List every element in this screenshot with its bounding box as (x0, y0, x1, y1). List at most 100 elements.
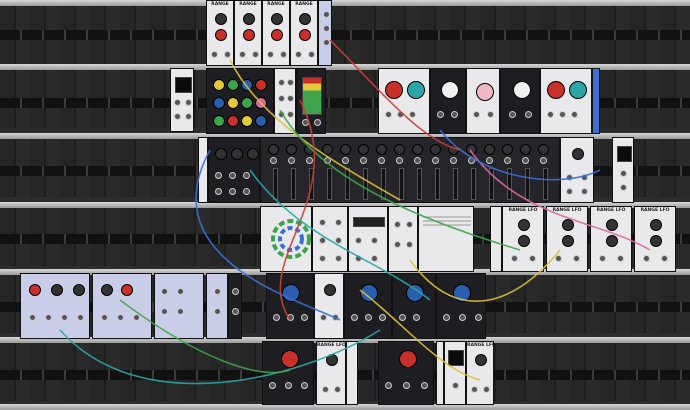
knob-icon[interactable] (513, 81, 531, 99)
jack-icon[interactable] (581, 174, 588, 181)
jack-icon[interactable] (215, 188, 222, 195)
mixer-channel-fader[interactable] (435, 168, 440, 200)
notation-module[interactable] (418, 206, 474, 272)
knob-icon[interactable] (453, 284, 471, 302)
knob-icon[interactable] (215, 13, 227, 25)
range-module[interactable]: RANGE (290, 0, 318, 66)
knob-icon[interactable] (255, 115, 267, 127)
jack-icon[interactable] (451, 111, 458, 118)
knob-icon[interactable] (241, 115, 253, 127)
utility-module[interactable] (312, 206, 348, 272)
jack-icon[interactable] (174, 99, 181, 106)
jack-icon[interactable] (239, 51, 246, 58)
jack-icon[interactable] (243, 188, 250, 195)
jack-icon[interactable] (571, 111, 578, 118)
jack-icon[interactable] (432, 157, 439, 164)
range-lfo-module[interactable]: RANGE LFO (466, 341, 494, 405)
knob-icon[interactable] (476, 83, 494, 101)
range-module[interactable]: RANGE (234, 0, 262, 66)
display-module[interactable] (612, 137, 634, 203)
jack-icon[interactable] (379, 314, 386, 321)
knob-icon[interactable] (399, 350, 417, 368)
envelope-module[interactable] (20, 273, 90, 339)
jack-icon[interactable] (414, 157, 421, 164)
jack-icon[interactable] (273, 314, 280, 321)
knob-icon[interactable] (572, 148, 584, 160)
jack-icon[interactable] (406, 241, 413, 248)
jack-icon[interactable] (270, 157, 277, 164)
jack-icon[interactable] (385, 382, 392, 389)
knob-icon[interactable] (73, 284, 85, 296)
knob-icon[interactable] (29, 284, 41, 296)
jack-icon[interactable] (215, 172, 222, 179)
jack-icon[interactable] (232, 308, 239, 315)
jack-icon[interactable] (450, 157, 457, 164)
jack-icon[interactable] (403, 382, 410, 389)
jack-icon[interactable] (301, 314, 308, 321)
knob-icon[interactable] (247, 148, 259, 160)
knob-icon[interactable] (538, 144, 549, 155)
jack-icon[interactable] (229, 188, 236, 195)
drum-module[interactable] (262, 341, 314, 405)
knob-icon[interactable] (243, 29, 255, 41)
range-lfo-module[interactable]: RANGE LFO (316, 341, 346, 405)
knob-icon[interactable] (650, 219, 662, 231)
knob-icon[interactable] (518, 235, 530, 247)
jack-icon[interactable] (452, 382, 459, 389)
jack-icon[interactable] (371, 237, 378, 244)
knob-icon[interactable] (430, 144, 441, 155)
jack-icon[interactable] (620, 184, 627, 191)
mixer-channel-fader[interactable] (507, 168, 512, 200)
jack-icon[interactable] (323, 11, 330, 18)
utility-module[interactable] (560, 137, 594, 203)
display-module[interactable] (444, 341, 466, 405)
knob-icon[interactable] (215, 29, 227, 41)
knob-icon[interactable] (475, 354, 487, 366)
knob-icon[interactable] (227, 115, 239, 127)
knob-icon[interactable] (304, 144, 315, 155)
oscillator-module[interactable] (540, 68, 592, 134)
jack-icon[interactable] (437, 111, 444, 118)
mixer-channel-fader[interactable] (399, 168, 404, 200)
knob-icon[interactable] (271, 13, 283, 25)
jack-icon[interactable] (617, 255, 624, 262)
knob-icon[interactable] (448, 144, 459, 155)
knob-icon[interactable] (282, 284, 300, 302)
jack-icon[interactable] (486, 157, 493, 164)
mixer-channel-fader[interactable] (273, 168, 278, 200)
jack-icon[interactable] (421, 382, 428, 389)
drum-module[interactable] (378, 341, 434, 405)
jack-icon[interactable] (475, 314, 482, 321)
oscillator-module[interactable] (378, 68, 430, 134)
jack-icon[interactable] (385, 111, 392, 118)
jack-icon[interactable] (177, 288, 184, 295)
knob-icon[interactable] (360, 284, 378, 302)
knob-icon[interactable] (213, 97, 225, 109)
vu-meter-module[interactable] (296, 68, 326, 134)
knob-icon[interactable] (518, 219, 530, 231)
jack-icon[interactable] (566, 174, 573, 181)
jack-icon[interactable] (396, 157, 403, 164)
jack-icon[interactable] (443, 314, 450, 321)
jack-icon[interactable] (509, 111, 516, 118)
jack-icon[interactable] (332, 314, 339, 321)
display-module[interactable] (170, 68, 194, 132)
filter-module[interactable] (344, 273, 392, 339)
knob-icon[interactable] (406, 284, 424, 302)
jack-icon[interactable] (302, 119, 309, 126)
jack-icon[interactable] (504, 157, 511, 164)
knob-icon[interactable] (547, 81, 565, 99)
range-module[interactable]: RANGE (206, 0, 234, 66)
jack-icon[interactable] (559, 111, 566, 118)
jack-icon[interactable] (323, 39, 330, 46)
mixer-channel-fader[interactable] (525, 168, 530, 200)
jack-icon[interactable] (243, 172, 250, 179)
knob-icon[interactable] (215, 148, 227, 160)
filter-module[interactable] (436, 273, 486, 339)
jack-icon[interactable] (413, 314, 420, 321)
knob-icon[interactable] (385, 81, 403, 99)
jack-icon[interactable] (620, 170, 627, 177)
filter-module[interactable] (430, 68, 466, 134)
jack-icon[interactable] (45, 314, 52, 321)
jack-icon[interactable] (287, 95, 294, 102)
